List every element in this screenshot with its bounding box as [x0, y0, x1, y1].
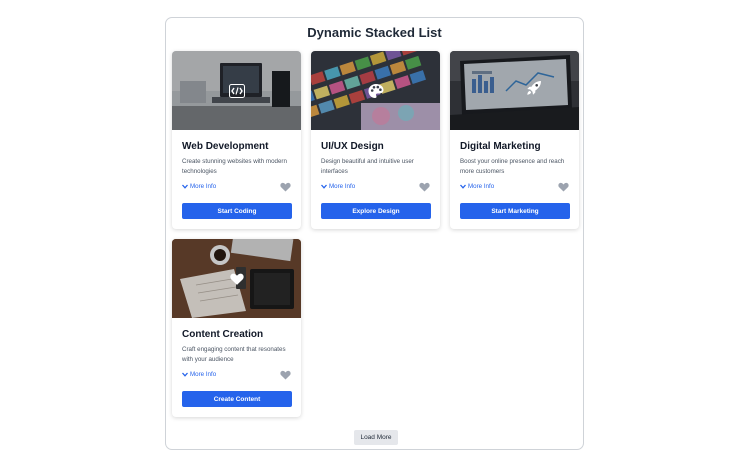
- card-web-development: Web Development Create stunning websites…: [172, 51, 301, 229]
- card-image: [311, 51, 440, 130]
- card-title: Digital Marketing: [460, 141, 541, 152]
- card-description: Design beautiful and intuitive user inte…: [321, 158, 414, 175]
- more-info-label: More Info: [329, 183, 356, 190]
- card-title: UI/UX Design: [321, 141, 384, 152]
- more-info-toggle[interactable]: More Info: [182, 371, 216, 378]
- card-digital-marketing: Digital Marketing Boost your online pres…: [450, 51, 579, 229]
- create-content-button[interactable]: Create Content: [182, 391, 292, 407]
- card-image: [172, 51, 301, 130]
- more-info-label: More Info: [190, 183, 217, 190]
- load-more-button[interactable]: Load More: [354, 430, 398, 445]
- start-coding-button[interactable]: Start Coding: [182, 203, 292, 219]
- more-info-toggle[interactable]: More Info: [182, 183, 216, 190]
- heart-icon[interactable]: [558, 182, 569, 192]
- heart-icon[interactable]: [280, 182, 291, 192]
- heart-icon: [229, 273, 244, 285]
- card-description: Craft engaging content that resonates wi…: [182, 346, 286, 363]
- card-title: Web Development: [182, 141, 269, 152]
- chevron-down-icon: [460, 184, 466, 189]
- palette-icon: [368, 83, 383, 98]
- chevron-down-icon: [182, 184, 188, 189]
- card-title: Content Creation: [182, 329, 264, 340]
- rocket-icon: [527, 81, 541, 95]
- explore-design-button[interactable]: Explore Design: [321, 203, 431, 219]
- card-description: Create stunning websites with modern tec…: [182, 158, 287, 175]
- more-info-toggle[interactable]: More Info: [321, 183, 355, 190]
- more-info-label: More Info: [190, 371, 217, 378]
- stacked-list-panel: Dynamic Stacked List Web Development Cre…: [165, 17, 584, 450]
- chevron-down-icon: [321, 184, 327, 189]
- chevron-down-icon: [182, 372, 188, 377]
- heart-icon[interactable]: [280, 370, 291, 380]
- card-ui-ux-design: UI/UX Design Design beautiful and intuit…: [311, 51, 440, 229]
- more-info-toggle[interactable]: More Info: [460, 183, 494, 190]
- more-info-label: More Info: [468, 183, 495, 190]
- card-content-creation: Content Creation Craft engaging content …: [172, 239, 301, 417]
- start-marketing-button[interactable]: Start Marketing: [460, 203, 570, 219]
- code-icon: [228, 83, 245, 98]
- card-image: [172, 239, 301, 318]
- card-description: Boost your online presence and reach mor…: [460, 158, 565, 175]
- heart-icon[interactable]: [419, 182, 430, 192]
- card-image: [450, 51, 579, 130]
- page-title: Dynamic Stacked List: [307, 25, 442, 40]
